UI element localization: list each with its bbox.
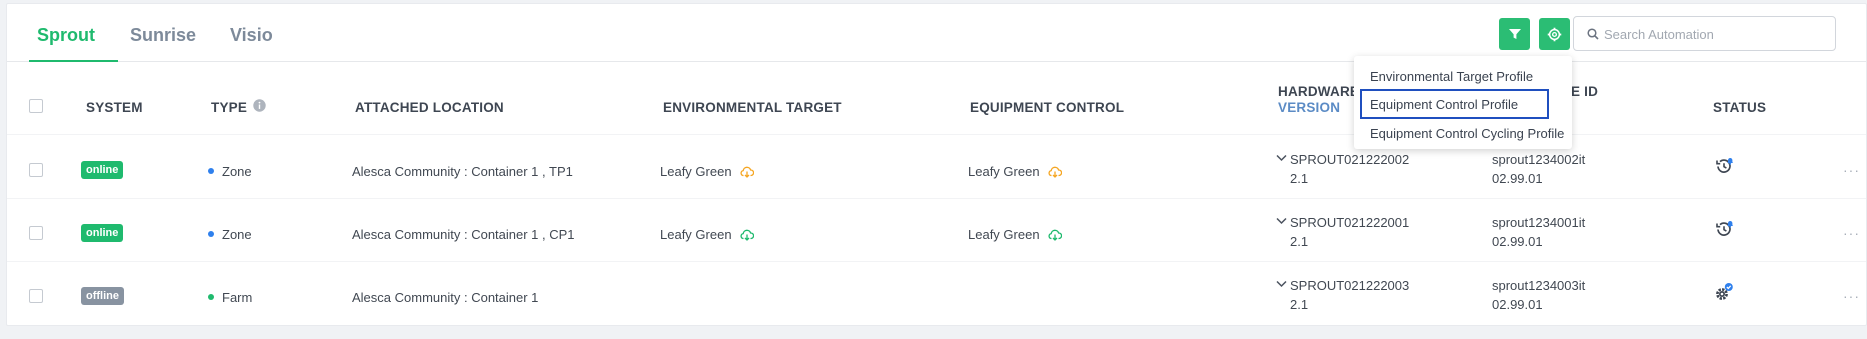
column-header-environmental-target: ENVIRONMENTAL TARGET (663, 100, 842, 115)
device-version-cell: 02.99.01 (1492, 171, 1543, 186)
column-header-system: SYSTEM (86, 100, 143, 115)
menu-item-equipment-control-profile[interactable]: Equipment Control Profile (1370, 97, 1518, 112)
column-header-equipment-control: EQUIPMENT CONTROL (970, 100, 1125, 115)
column-header-attached-location: ATTACHED LOCATION (355, 100, 504, 115)
row-more-button[interactable]: ··· (1843, 225, 1860, 241)
column-header-hardware-version: VERSION (1278, 100, 1341, 115)
zone-dot (208, 231, 214, 237)
row-divider (7, 261, 1866, 262)
hardware-cell: SPROUT021222002 (1290, 152, 1410, 167)
gear-icon (1547, 27, 1562, 41)
tab-sunrise[interactable]: Sunrise (130, 25, 196, 46)
location-cell: Alesca Community : Container 1 , TP1 (352, 164, 573, 179)
environmental-target-cell: Leafy Green (660, 164, 732, 179)
hardware-version-cell: 2.1 (1290, 234, 1309, 249)
settings-dropdown-menu: Environmental Target Profile Equipment C… (1354, 56, 1572, 149)
gear-check-icon[interactable] (1714, 282, 1734, 302)
history-alert-icon[interactable] (1714, 219, 1734, 239)
cloud-download-icon[interactable] (1048, 166, 1062, 178)
search-box (1573, 16, 1836, 51)
device-version-cell: 02.99.01 (1492, 234, 1543, 249)
active-tab-indicator (29, 60, 118, 62)
type-cell: Zone (222, 227, 252, 242)
hardware-cell: SPROUT021222001 (1290, 215, 1410, 230)
hardware-version-cell: 2.1 (1290, 171, 1309, 186)
settings-button[interactable] (1539, 18, 1570, 50)
search-input[interactable] (1604, 25, 1829, 43)
column-header-type: TYPE (211, 100, 248, 115)
row-checkbox[interactable] (29, 226, 43, 240)
cloud-download-icon[interactable] (740, 166, 754, 178)
hardware-version-cell: 2.1 (1290, 297, 1309, 312)
row-checkbox[interactable] (29, 163, 43, 177)
info-icon (253, 99, 266, 112)
chevron-down-icon[interactable] (1276, 154, 1287, 162)
equipment-control-cell: Leafy Green (968, 164, 1040, 179)
column-header-hardware: HARDWARE (1278, 84, 1360, 99)
column-header-status: STATUS (1713, 100, 1767, 115)
row-more-button[interactable]: ··· (1843, 162, 1860, 178)
filter-button[interactable] (1499, 18, 1530, 50)
row-checkbox[interactable] (29, 289, 43, 303)
type-cell: Zone (222, 164, 252, 179)
equipment-control-cell: Leafy Green (968, 227, 1040, 242)
select-all-checkbox[interactable] (29, 99, 43, 113)
status-badge: offline (81, 287, 124, 305)
cloud-download-icon[interactable] (1048, 229, 1062, 241)
cloud-download-icon[interactable] (740, 229, 754, 241)
chevron-down-icon[interactable] (1276, 217, 1287, 225)
device-id-cell: sprout1234002it (1492, 152, 1586, 167)
tab-sprout[interactable]: Sprout (37, 25, 95, 46)
status-badge: online (81, 161, 124, 179)
menu-item-equipment-control-cycling-profile[interactable]: Equipment Control Cycling Profile (1370, 126, 1564, 141)
menu-item-environmental-target-profile[interactable]: Environmental Target Profile (1370, 69, 1533, 84)
type-cell: Farm (222, 290, 253, 305)
location-cell: Alesca Community : Container 1 (352, 290, 539, 305)
row-divider (7, 198, 1866, 199)
location-cell: Alesca Community : Container 1 , CP1 (352, 227, 575, 242)
row-more-button[interactable]: ··· (1843, 288, 1860, 304)
chevron-down-icon[interactable] (1276, 280, 1287, 288)
search-icon (1587, 28, 1599, 40)
device-version-cell: 02.99.01 (1492, 297, 1543, 312)
hardware-cell: SPROUT021222003 (1290, 278, 1410, 293)
environmental-target-cell: Leafy Green (660, 227, 732, 242)
tab-bar: Sprout Sunrise Visio (7, 4, 1866, 62)
zone-dot (208, 168, 214, 174)
tab-visio[interactable]: Visio (230, 25, 273, 46)
filter-icon (1508, 29, 1521, 39)
automation-panel: Sprout Sunrise Visio SYSTEM TYPE ATTACHE… (6, 3, 1867, 326)
status-badge: online (81, 224, 124, 242)
device-id-cell: sprout1234001it (1492, 215, 1586, 230)
row-divider (7, 134, 1866, 135)
farm-dot (208, 294, 214, 300)
history-alert-icon[interactable] (1714, 156, 1734, 176)
device-id-cell: sprout1234003it (1492, 278, 1586, 293)
column-header-device-id: E ID (1571, 84, 1599, 99)
